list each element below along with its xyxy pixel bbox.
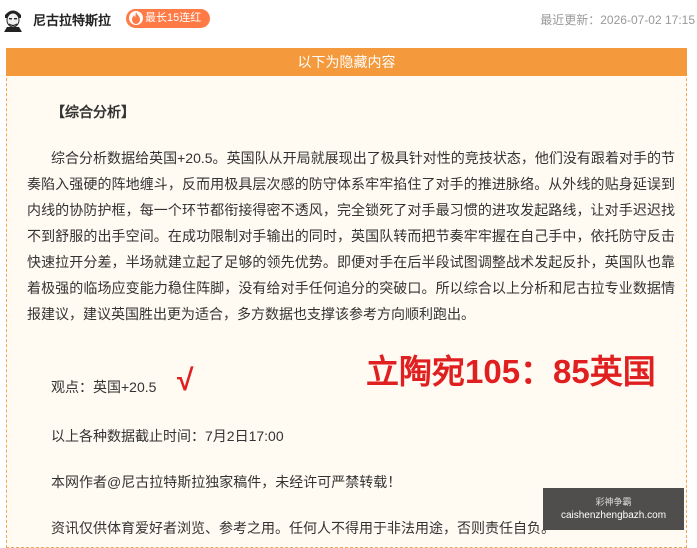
check-mark-icon: √ [177, 364, 194, 397]
analysis-paragraph: 综合分析数据给英国+20.5。英国队从开局就展现出了极具针对性的竞技状态，他们没… [27, 150, 675, 322]
section-title: 【综合分析】 [51, 104, 135, 120]
copyright-notice: 本网作者@尼古拉特斯拉独家稿件，未经许可严禁转载！ [51, 474, 402, 490]
watermark-url: caishenzhengbazh.com [560, 510, 667, 521]
site-watermark: 彩神争霸 caishenzhengbazh.com [543, 488, 684, 530]
disclaimer-text: 资讯仅供体育爱好者浏览、参考之用。任何人不得用于非法用途，否则责任自负。 [51, 520, 555, 536]
last-updated: 最近更新：2026-07-02 17:15 [540, 13, 695, 27]
streak-badge-label: 最长15连红 [145, 12, 202, 24]
streak-badge: 最长15连红 [126, 9, 211, 28]
post-header: 尼古拉特斯拉 最长15连红 最近更新：2026-07-02 17:15 [0, 0, 697, 38]
flame-icon [129, 11, 143, 25]
opinion-text: 观点：英国+20.5 [51, 379, 157, 395]
data-cutoff-time: 以上各种数据截止时间：7月2日17:00 [51, 428, 284, 444]
author-name[interactable]: 尼古拉特斯拉 [33, 10, 111, 29]
final-score-note: 立陶宛105：85英国 [366, 353, 656, 390]
watermark-title: 彩神争霸 [595, 497, 632, 507]
author-avatar[interactable] [2, 6, 24, 32]
hidden-content-banner: 以下为隐藏内容 [6, 48, 687, 76]
